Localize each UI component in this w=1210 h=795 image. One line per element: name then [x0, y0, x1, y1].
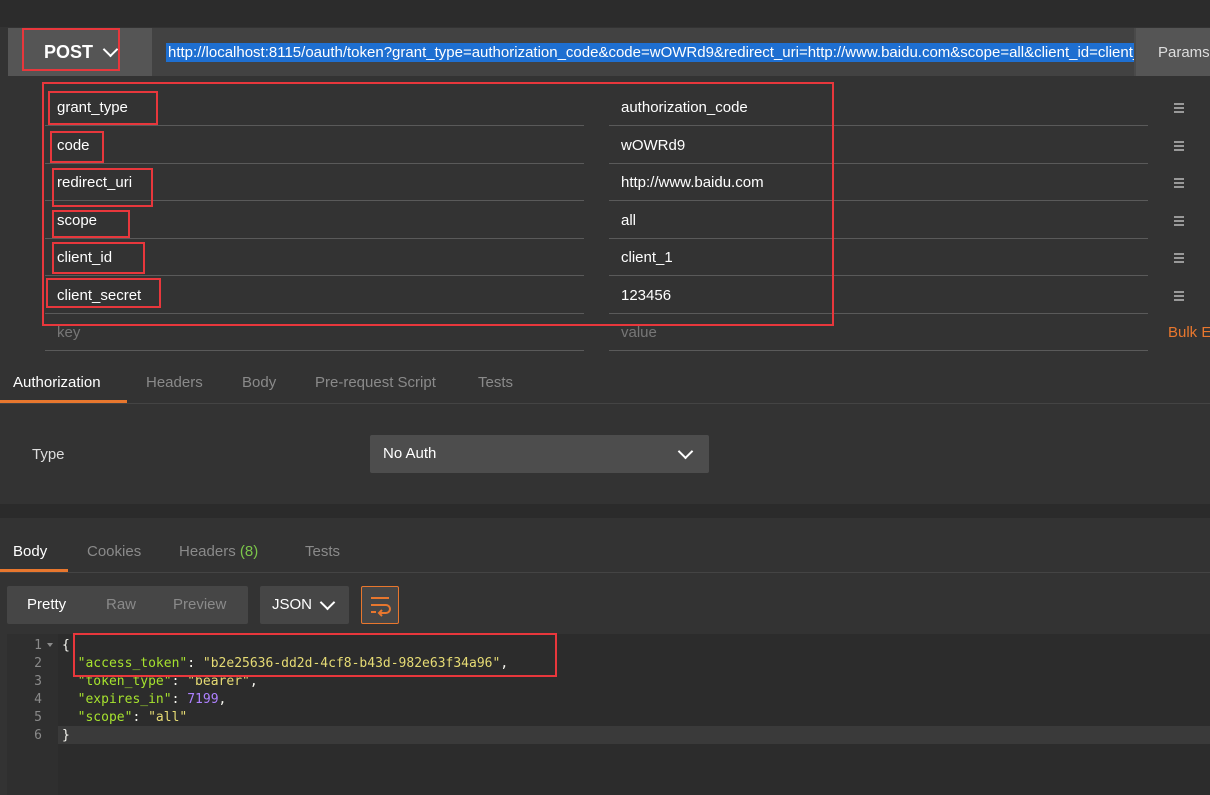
param-value[interactable]: authorization_code: [621, 99, 748, 116]
line-gutter: 1 2 3 4 5 6: [7, 634, 58, 795]
wrap-lines-icon: [371, 597, 391, 617]
chevron-down-icon: [319, 594, 336, 611]
top-strip: [0, 0, 1210, 27]
section-divider: [0, 504, 1210, 518]
view-mode-group: Pretty Raw Preview: [7, 586, 248, 624]
json-key: "token_type": [77, 674, 172, 689]
params-button[interactable]: Params: [1136, 28, 1210, 76]
param-key-placeholder[interactable]: key: [57, 324, 80, 341]
divider: [609, 275, 1148, 276]
code-line: "token_type": "bearer",: [77, 674, 258, 689]
response-body-editor[interactable]: 1 2 3 4 5 6 { "access_token": "b2e25636-…: [7, 634, 1210, 795]
param-key[interactable]: redirect_uri: [57, 174, 132, 191]
wrap-lines-button[interactable]: [361, 586, 399, 624]
line-number: 3: [34, 674, 42, 689]
tab-body[interactable]: Body: [242, 374, 276, 391]
param-value[interactable]: all: [621, 212, 636, 229]
code-line: "expires_in": 7199,: [77, 692, 227, 707]
code-line: "access_token": "b2e25636-dd2d-4cf8-b43d…: [77, 656, 509, 671]
format-value: JSON: [272, 596, 313, 613]
line-number: 5: [34, 710, 42, 725]
params-button-label: Params: [1158, 43, 1210, 61]
tab-authorization[interactable]: Authorization: [13, 374, 101, 391]
json-value: "all": [148, 710, 188, 725]
view-preview-button[interactable]: Preview: [173, 596, 226, 613]
drag-handle-icon[interactable]: [1174, 216, 1184, 228]
param-value[interactable]: 123456: [621, 287, 671, 304]
tab-response-body[interactable]: Body: [13, 543, 47, 560]
param-key[interactable]: client_secret: [57, 287, 141, 304]
param-value[interactable]: wOWRd9: [621, 137, 685, 154]
auth-type-label: Type: [32, 446, 65, 463]
tab-cookies[interactable]: Cookies: [87, 543, 141, 560]
divider: [609, 200, 1148, 201]
tab-response-tests[interactable]: Tests: [305, 543, 340, 560]
method-label: POST: [43, 41, 93, 62]
code-line: "scope": "all": [77, 710, 188, 725]
json-value: 7199: [187, 692, 219, 707]
divider: [45, 350, 584, 351]
param-row: client_id client_1: [0, 239, 1210, 276]
url-input[interactable]: http://localhost:8115/oauth/token?grant_…: [152, 28, 1134, 76]
json-value: "bearer": [187, 674, 250, 689]
divider: [609, 350, 1148, 351]
param-row: scope all: [0, 202, 1210, 239]
param-row: grant_type authorization_code: [0, 89, 1210, 126]
code-line: }: [62, 728, 70, 743]
param-value[interactable]: client_1: [621, 249, 673, 266]
line-number: 2: [34, 656, 42, 671]
tab-response-headers-label: Headers: [179, 543, 236, 560]
code-line: {: [62, 638, 70, 653]
bulk-edit-link[interactable]: Bulk Edit: [1168, 324, 1210, 341]
drag-handle-icon[interactable]: [1174, 253, 1184, 265]
param-value[interactable]: http://www.baidu.com: [621, 174, 764, 191]
auth-type-dropdown[interactable]: No Auth: [370, 435, 709, 473]
code-brace: {: [62, 638, 70, 653]
request-tabs: Authorization Headers Body Pre-request S…: [0, 363, 1210, 404]
method-dropdown[interactable]: POST: [8, 28, 152, 76]
view-pretty-button[interactable]: Pretty: [27, 596, 66, 613]
divider: [609, 125, 1148, 126]
chevron-down-icon: [102, 41, 119, 58]
view-raw-button[interactable]: Raw: [106, 596, 136, 613]
line-number: 6: [34, 728, 42, 743]
json-value: "b2e25636-dd2d-4cf8-b43d-982e63f34a96": [202, 656, 501, 671]
drag-handle-icon[interactable]: [1174, 103, 1184, 115]
active-line-highlight: [58, 726, 1210, 744]
divider: [45, 125, 584, 126]
tab-headers[interactable]: Headers: [146, 374, 203, 391]
code-brace: }: [62, 728, 70, 743]
format-dropdown[interactable]: JSON: [260, 586, 349, 624]
chevron-down-icon: [677, 443, 694, 460]
param-value-placeholder[interactable]: value: [621, 324, 657, 341]
param-row-new: key value Bulk Edit: [0, 314, 1210, 351]
active-tab-indicator: [0, 400, 127, 403]
divider: [45, 200, 584, 201]
drag-handle-icon[interactable]: [1174, 141, 1184, 153]
url-text: http://localhost:8115/oauth/token?grant_…: [166, 43, 1134, 62]
param-key[interactable]: scope: [57, 212, 97, 229]
fold-arrow-icon[interactable]: [47, 643, 53, 647]
tab-tests[interactable]: Tests: [478, 374, 513, 391]
drag-handle-icon[interactable]: [1174, 178, 1184, 190]
auth-type-value: No Auth: [383, 445, 437, 462]
response-tabs: Body Cookies Headers (8) Tests: [0, 532, 1210, 573]
line-number: 4: [34, 692, 42, 707]
param-row: code wOWRd9: [0, 127, 1210, 164]
headers-count-badge: (8): [239, 543, 259, 560]
json-key: "scope": [77, 710, 133, 725]
param-row: redirect_uri http://www.baidu.com: [0, 164, 1210, 201]
json-key: "access_token": [77, 656, 188, 671]
json-key: "expires_in": [77, 692, 172, 707]
param-key[interactable]: grant_type: [57, 99, 128, 116]
param-key[interactable]: client_id: [57, 249, 112, 266]
param-key[interactable]: code: [57, 137, 90, 154]
drag-handle-icon[interactable]: [1174, 291, 1184, 303]
param-row: client_secret 123456: [0, 277, 1210, 314]
divider: [45, 275, 584, 276]
tab-response-headers[interactable]: Headers (8): [179, 543, 258, 560]
active-tab-indicator: [0, 569, 68, 572]
tab-pre-request-script[interactable]: Pre-request Script: [315, 374, 436, 391]
line-number: 1: [34, 638, 42, 653]
